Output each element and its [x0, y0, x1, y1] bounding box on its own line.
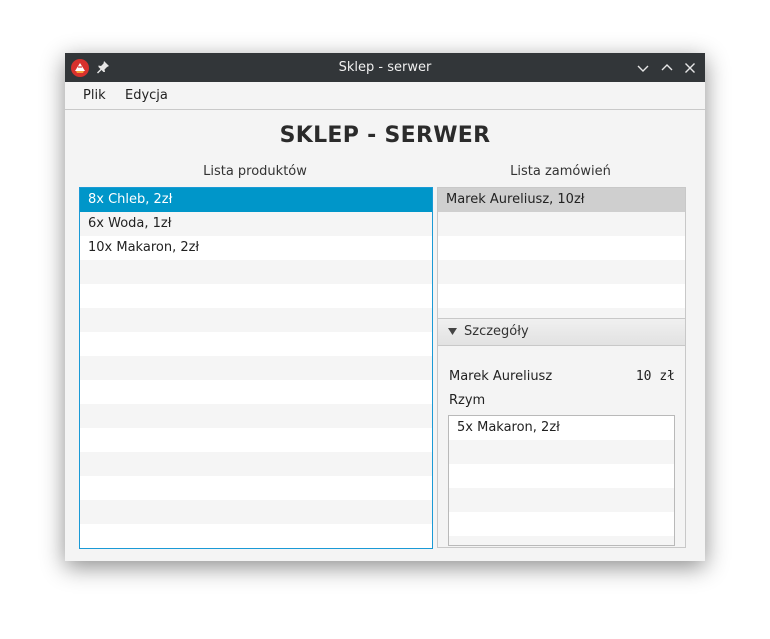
order-items-list[interactable]: 5x Makaron, 2zł [448, 415, 675, 546]
empty-row [80, 476, 432, 500]
order-item[interactable]: Marek Aureliusz, 10zł [438, 188, 685, 212]
empty-row [80, 428, 432, 452]
empty-row [449, 440, 674, 464]
title-bar[interactable]: Sklep - serwer [65, 53, 705, 82]
menu-bar: Plik Edycja [65, 82, 705, 110]
close-icon[interactable] [682, 60, 698, 76]
orders-list[interactable]: Marek Aureliusz, 10zł [437, 187, 686, 319]
menu-plik[interactable]: Plik [75, 82, 114, 109]
minimize-icon[interactable] [635, 60, 651, 76]
window-title: Sklep - serwer [338, 60, 432, 75]
empty-row [438, 260, 685, 284]
empty-row [449, 512, 674, 536]
chevron-down-icon [448, 328, 457, 335]
products-list[interactable]: 8x Chleb, 2zł 6x Woda, 1zł 10x Makaron, … [79, 187, 433, 549]
empty-row [80, 524, 432, 548]
empty-row [438, 284, 685, 308]
customer-name: Marek Aureliusz [449, 369, 553, 384]
empty-row [80, 452, 432, 476]
product-item[interactable]: 8x Chleb, 2zł [80, 188, 432, 212]
details-toggle[interactable]: Szczegóły [438, 319, 685, 346]
empty-row [449, 464, 674, 488]
empty-row [80, 380, 432, 404]
empty-row [80, 404, 432, 428]
orders-label: Lista zamówień [510, 164, 611, 179]
products-label: Lista produktów [203, 164, 307, 179]
empty-row [80, 500, 432, 524]
maximize-icon[interactable] [659, 60, 675, 76]
page-title: SKLEP - SERWER [279, 123, 491, 148]
empty-row [449, 488, 674, 512]
details-title: Szczegóły [464, 324, 529, 339]
details-panel: Szczegóły Marek Aureliusz 10 zł Rzym 5x … [437, 318, 686, 548]
product-item[interactable]: 6x Woda, 1zł [80, 212, 432, 236]
empty-row [80, 332, 432, 356]
empty-row [438, 212, 685, 236]
empty-row [80, 260, 432, 284]
empty-row [80, 308, 432, 332]
customer-city: Rzym [449, 393, 486, 408]
empty-row [80, 284, 432, 308]
product-item[interactable]: 10x Makaron, 2zł [80, 236, 432, 260]
app-window: Sklep - serwer Plik Edycja SKLEP - SERWE… [65, 53, 705, 561]
order-total: 10 zł [635, 369, 675, 384]
empty-row [449, 536, 674, 545]
menu-edycja[interactable]: Edycja [117, 82, 176, 109]
empty-row [80, 356, 432, 380]
empty-row [438, 236, 685, 260]
main-content: SKLEP - SERWER Lista produktów Lista zam… [65, 110, 705, 561]
order-line-item[interactable]: 5x Makaron, 2zł [449, 416, 674, 440]
